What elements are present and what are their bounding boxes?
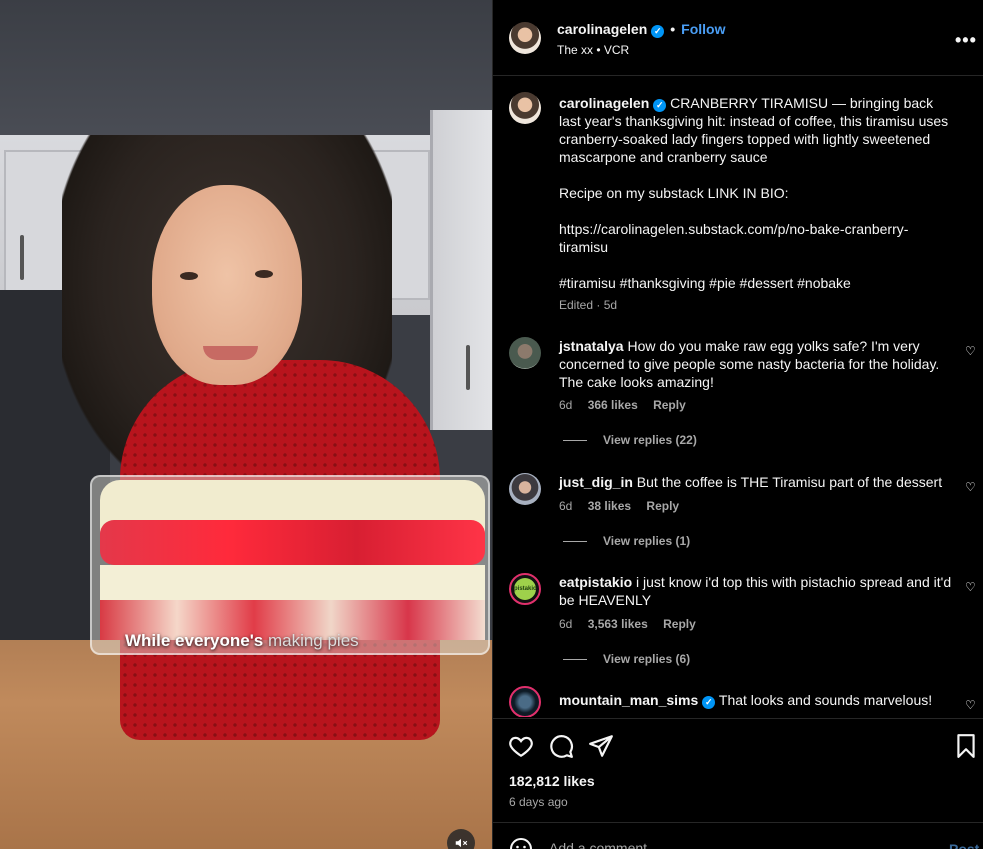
comment-username[interactable]: eatpistakio (559, 574, 632, 590)
caption-username[interactable]: carolinagelen (559, 95, 649, 111)
follow-button[interactable]: Follow (681, 21, 725, 37)
video-person-mouth (203, 346, 258, 360)
bookmark-icon[interactable] (953, 733, 979, 759)
header-username[interactable]: carolinagelen (557, 21, 647, 37)
verified-badge-icon: ✓ (651, 25, 665, 38)
avatar[interactable] (509, 337, 541, 369)
verified-badge-icon: ✓ (653, 99, 667, 112)
video-background-wall (0, 0, 492, 140)
view-replies-button[interactable]: View replies (6) (563, 652, 690, 666)
avatar[interactable]: pistakio (509, 573, 541, 605)
comment-text: But the coffee is THE Tiramisu part of t… (636, 474, 943, 490)
comment-meta: 6d 366 likes Reply (559, 398, 698, 412)
avatar[interactable] (509, 22, 541, 54)
header-separator: • (670, 21, 676, 37)
comment-like-icon[interactable]: ♡ (965, 698, 976, 712)
comment-body: mountain_man_sims ✓ That looks and sounds… (559, 691, 954, 709)
likes-count[interactable]: 182,812 likes (509, 773, 595, 789)
post-comment-button[interactable]: Post (949, 841, 979, 849)
comment-like-icon[interactable]: ♡ (965, 480, 976, 494)
comment-age: 6d (559, 499, 573, 513)
avatar[interactable] (509, 686, 541, 717)
video-caption: While everyone's making pies (125, 631, 359, 651)
avatar[interactable] (509, 92, 541, 124)
comments-list[interactable]: carolinagelen ✓ CRANBERRY TIRAMISU — brin… (493, 77, 983, 717)
tiramisu-layer (100, 520, 485, 565)
video-person-eye (180, 272, 198, 280)
post-caption: carolinagelen ✓ CRANBERRY TIRAMISU — brin… (559, 94, 949, 292)
cabinet-handle (20, 235, 24, 280)
comment-like-icon[interactable]: ♡ (965, 344, 976, 358)
comment-like-icon[interactable]: ♡ (965, 580, 976, 594)
comment-username[interactable]: mountain_man_sims (559, 692, 698, 708)
post-actions: 182,812 likes 6 days ago Post (493, 718, 983, 849)
comment-body: just_dig_in But the coffee is THE Tirami… (559, 473, 954, 491)
comment-age: 6d (559, 617, 573, 631)
reply-button[interactable]: Reply (663, 617, 696, 631)
comment-username[interactable]: just_dig_in (559, 474, 633, 490)
cabinet-handle (466, 345, 470, 390)
caption-hashtags[interactable]: #tiramisu #thanksgiving #pie #dessert #n… (559, 275, 851, 291)
video-cabinet-side (430, 110, 492, 430)
emoji-icon[interactable] (509, 837, 533, 849)
view-replies-button[interactable]: View replies (1) (563, 534, 690, 548)
mute-button[interactable] (447, 829, 475, 849)
comment-age: 6d (559, 398, 573, 412)
comment-likes[interactable]: 366 likes (588, 398, 638, 412)
avatar-logo-text: pistakio (514, 578, 537, 600)
heart-icon[interactable] (508, 733, 534, 759)
speaker-muted-icon (455, 838, 468, 848)
audio-track[interactable]: The xx • VCR (557, 43, 629, 57)
add-comment-row: Post (493, 822, 983, 849)
reply-button[interactable]: Reply (653, 398, 686, 412)
caption-recipe-line: Recipe on my substack LINK IN BIO: (559, 185, 789, 201)
verified-badge-icon: ✓ (702, 696, 716, 709)
comment-icon[interactable] (548, 733, 574, 759)
comment-text: That looks and sounds marvelous! (718, 692, 933, 708)
video-caption-rest: making pies (267, 631, 359, 650)
comment-body: jstnatalya How do you make raw egg yolks… (559, 337, 954, 391)
avatar[interactable] (509, 473, 541, 505)
more-options-icon[interactable]: ••• (955, 30, 977, 51)
tiramisu-layer (100, 565, 485, 605)
post-header: carolinagelen ✓ • Follow The xx • VCR ••• (493, 0, 983, 76)
comment-username[interactable]: jstnatalya (559, 338, 624, 354)
caption-link: https://carolinagelen.substack.com/p/no-… (559, 221, 909, 255)
post-time: 6 days ago (509, 795, 568, 809)
add-comment-input[interactable] (549, 840, 909, 849)
header-user-line: carolinagelen ✓ • Follow (557, 21, 726, 38)
caption-meta: Edited · 5d (559, 298, 618, 312)
video-caption-bold: While everyone's (125, 631, 264, 650)
comment-body: eatpistakio i just know i'd top this wit… (559, 573, 954, 609)
comment-likes[interactable]: 38 likes (588, 499, 631, 513)
view-replies-button[interactable]: View replies (22) (563, 433, 697, 447)
share-icon[interactable] (588, 733, 614, 759)
reply-button[interactable]: Reply (646, 499, 679, 513)
post-side-panel: carolinagelen ✓ • Follow The xx • VCR ••• c… (492, 0, 983, 849)
comment-meta: 6d 38 likes Reply (559, 499, 691, 513)
comment-meta: 6d 3,563 likes Reply (559, 617, 708, 631)
video-person-eye (255, 270, 273, 278)
comment-likes[interactable]: 3,563 likes (588, 617, 648, 631)
video-player[interactable]: While everyone's making pies (0, 0, 492, 849)
